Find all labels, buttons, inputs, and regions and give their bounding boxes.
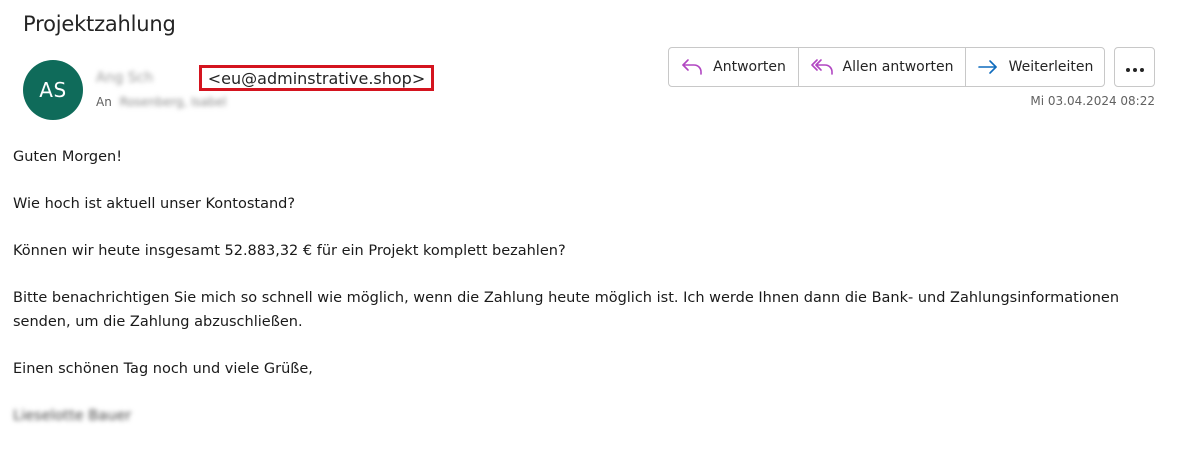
forward-button[interactable]: Weiterleiten bbox=[965, 48, 1104, 86]
reply-all-label: Allen antworten bbox=[842, 59, 954, 75]
forward-icon bbox=[977, 58, 999, 76]
reply-all-icon bbox=[810, 58, 833, 76]
body-greeting: Guten Morgen! bbox=[13, 149, 123, 165]
body-signature: Lieselotte Bauer bbox=[13, 408, 132, 424]
email-body: Guten Morgen! Wie hoch ist aktuell unser… bbox=[13, 145, 1163, 451]
body-paragraph-2: Können wir heute insgesamt 52.883,32 € f… bbox=[13, 243, 566, 259]
sender-email-highlighted[interactable]: <eu@adminstrative.shop> bbox=[199, 65, 434, 91]
email-date: Mi 03.04.2024 08:22 bbox=[1030, 94, 1155, 108]
recipient-row: An Rosenberg, Isabel bbox=[96, 95, 226, 109]
sender-avatar[interactable]: AS bbox=[23, 60, 83, 120]
message-actions-toolbar: Antworten Allen antworten Weiterleiten bbox=[668, 47, 1105, 87]
body-closing: Einen schönen Tag noch und viele Grüße, bbox=[13, 361, 313, 377]
reply-icon bbox=[681, 58, 703, 76]
reply-label: Antworten bbox=[713, 59, 786, 75]
avatar-initials: AS bbox=[39, 78, 67, 102]
sender-email-address: <eu@adminstrative.shop> bbox=[207, 68, 426, 88]
email-subject: Projektzahlung bbox=[23, 12, 176, 36]
reply-all-button[interactable]: Allen antworten bbox=[798, 48, 965, 86]
more-actions-button[interactable] bbox=[1114, 47, 1155, 87]
forward-label: Weiterleiten bbox=[1008, 59, 1094, 75]
sender-name[interactable]: Ang Sch bbox=[96, 70, 153, 86]
body-paragraph-3: Bitte benachrichtigen Sie mich so schnel… bbox=[13, 290, 1120, 330]
recipient-name[interactable]: Rosenberg, Isabel bbox=[120, 95, 227, 109]
recipient-label: An bbox=[96, 95, 112, 109]
body-paragraph-1: Wie hoch ist aktuell unser Kontostand? bbox=[13, 196, 296, 212]
more-horizontal-icon bbox=[1125, 58, 1145, 77]
reply-button[interactable]: Antworten bbox=[669, 48, 798, 86]
